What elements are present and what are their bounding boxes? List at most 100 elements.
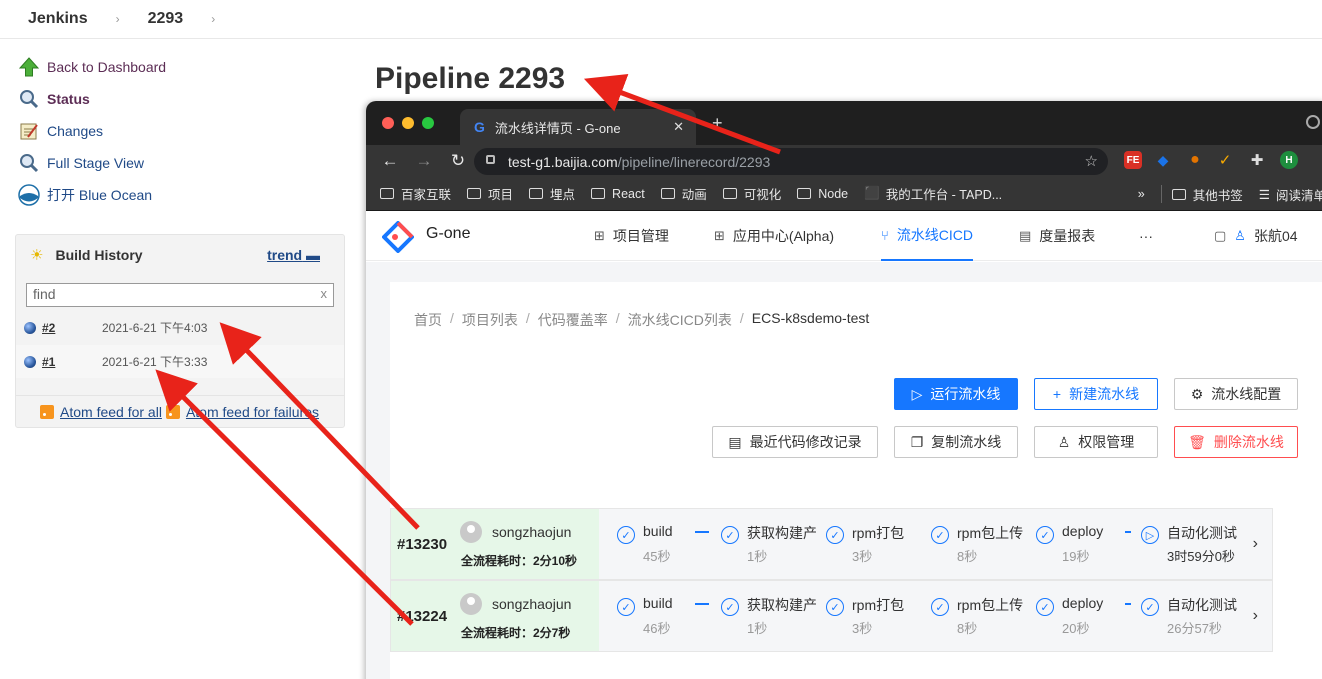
bookmark-label: 阅读清单 xyxy=(1275,188,1322,203)
bookmark-star-icon[interactable]: ☆ xyxy=(1085,152,1098,170)
url-input[interactable]: test-g1.baijia.com/pipeline/linerecord/2… xyxy=(474,148,1108,175)
atom-feeds: Atom feed for all Atom feed for failures xyxy=(16,395,344,428)
chevron-right-icon[interactable]: › xyxy=(1253,535,1258,553)
stage-connector xyxy=(695,531,709,533)
stage-time: 46秒 xyxy=(643,621,671,636)
run-id: #13224 xyxy=(397,608,448,625)
cookie-extension-icon[interactable]: ● xyxy=(1186,151,1204,169)
breadcrumb-chevron-icon[interactable]: › xyxy=(195,12,231,26)
crumb-pipeline-list[interactable]: 流水线CICD列表 xyxy=(628,310,732,330)
bookmark-item[interactable]: 其他书签 xyxy=(1171,185,1243,204)
build-row[interactable]: #1 2021-6-21 下午3:33 xyxy=(16,345,344,378)
sidebar-item-label: Back to Dashboard xyxy=(47,59,167,75)
pipeline-config-button[interactable]: ⚙ 流水线配置 xyxy=(1174,378,1298,410)
bookmark-item[interactable]: React xyxy=(591,187,645,201)
build-number-link[interactable]: #1 xyxy=(42,355,102,369)
new-pipeline-button[interactable]: + 新建流水线 xyxy=(1034,378,1158,410)
check-extension-icon[interactable]: ✓ xyxy=(1216,151,1234,169)
sidebar-changes[interactable]: Changes xyxy=(18,120,103,142)
build-row[interactable]: #2 2021-6-21 下午4:03 xyxy=(16,311,344,344)
stage-name: build xyxy=(643,523,673,539)
breadcrumb-build[interactable]: 2293 xyxy=(136,10,196,28)
minimize-window-icon[interactable] xyxy=(402,117,414,129)
sidebar-blue-ocean[interactable]: 打开 Blue Ocean xyxy=(18,184,152,206)
menu-metrics-report[interactable]: ▤ 度量报表 xyxy=(1019,211,1095,261)
pipeline-run-row[interactable]: #13224 songzhaojun 全流程耗时：2分7秒 ✓ build 46秒 … xyxy=(390,580,1273,652)
trash-icon: 🗑 xyxy=(1188,433,1206,450)
bookmark-item[interactable]: 可视化 xyxy=(722,184,782,203)
crumb-project-list[interactable]: 项目列表 xyxy=(462,310,518,330)
build-search-input[interactable]: find x xyxy=(26,283,334,307)
blue-ball-icon xyxy=(24,321,36,334)
forward-arrow-icon[interactable]: → xyxy=(414,151,434,171)
pipeline-run-row[interactable]: #13230 songzhaojun 全流程耗时：2分10秒 ✓ build 45秒… xyxy=(390,508,1273,580)
sidebar-status[interactable]: Status xyxy=(18,88,90,110)
bookmark-item[interactable]: 动画 xyxy=(660,184,707,203)
stage-name: deploy xyxy=(1062,595,1104,611)
user-menu[interactable]: ▢ ♙ 张航04 xyxy=(1214,211,1298,261)
delete-pipeline-button[interactable]: 🗑 删除流水线 xyxy=(1174,426,1298,458)
recent-changes-button[interactable]: ▤ 最近代码修改记录 xyxy=(712,426,878,458)
url-path: /pipeline/linerecord/2293 xyxy=(617,153,771,170)
stage-auto-test[interactable]: ▷ 自动化测试 3时59分0秒 xyxy=(1141,521,1241,571)
back-arrow-icon[interactable]: ← xyxy=(380,151,400,171)
stage-name: 获取构建产 xyxy=(747,525,817,541)
breadcrumb-chevron-icon[interactable]: › xyxy=(100,12,136,26)
clear-icon[interactable]: x xyxy=(321,286,328,301)
close-tab-icon[interactable]: ✕ xyxy=(673,119,684,135)
bookmark-item[interactable]: ⬛ 我的工作台 - TAPD... xyxy=(864,184,1002,203)
diamond-extension-icon[interactable]: ◆ xyxy=(1154,151,1172,169)
build-date: 2021-6-21 下午3:33 xyxy=(102,355,208,369)
bookmark-item[interactable]: Node xyxy=(797,187,848,201)
stage-connector xyxy=(695,603,709,605)
folder-icon xyxy=(591,188,606,199)
sidebar-full-stage-view[interactable]: Full Stage View xyxy=(18,152,144,174)
stage-auto-test[interactable]: ✓ 自动化测试 26分57秒 xyxy=(1141,593,1241,643)
menu-app-center[interactable]: ⊞ 应用中心(Alpha) xyxy=(714,211,834,261)
crumb-separator: / xyxy=(450,310,454,326)
reload-icon[interactable]: ↻ xyxy=(448,151,468,171)
check-circle-icon: ✓ xyxy=(721,526,739,544)
permission-button[interactable]: ♙ 权限管理 xyxy=(1034,426,1158,458)
menu-more[interactable]: ··· xyxy=(1139,211,1153,261)
copy-pipeline-button[interactable]: ❐ 复制流水线 xyxy=(894,426,1018,458)
close-window-icon[interactable] xyxy=(382,117,394,129)
profile-avatar-icon[interactable]: H xyxy=(1280,151,1298,169)
gear-icon: ⚙ xyxy=(1190,385,1204,402)
magnifier-icon xyxy=(18,152,40,174)
crumb-coverage[interactable]: 代码覆盖率 xyxy=(538,310,608,330)
bookmark-item[interactable]: 埋点 xyxy=(529,184,575,203)
run-pipeline-button[interactable]: ▷ 运行流水线 xyxy=(894,378,1018,410)
bookmark-label: 埋点 xyxy=(550,188,576,202)
menu-pipeline-cicd[interactable]: ⑂ 流水线CICD xyxy=(881,211,974,261)
menu-project-management[interactable]: ⊞ 项目管理 xyxy=(594,211,669,261)
crumb-home[interactable]: 首页 xyxy=(414,310,442,330)
trend-link[interactable]: trend ▬ xyxy=(267,247,320,263)
fe-extension-icon[interactable]: FE xyxy=(1124,151,1142,169)
stage-time: 1秒 xyxy=(747,621,768,636)
tapd-icon: ⬛ xyxy=(864,186,880,200)
stage-name: 自动化测试 xyxy=(1167,525,1237,541)
stage-name: build xyxy=(643,595,673,611)
browser-tab[interactable]: G 流水线详情页 - G-one ✕ xyxy=(460,109,696,145)
bookmark-item[interactable]: 项目 xyxy=(467,184,513,203)
atom-feed-all-link[interactable]: Atom feed for all xyxy=(60,404,162,420)
new-tab-icon[interactable]: + xyxy=(712,113,723,134)
breadcrumb-jenkins[interactable]: Jenkins xyxy=(0,10,100,28)
bookmarks-overflow-icon[interactable]: » xyxy=(1138,187,1145,201)
puzzle-extensions-icon[interactable]: ✚ xyxy=(1248,151,1266,169)
build-number-link[interactable]: #2 xyxy=(42,321,102,335)
maximize-window-icon[interactable] xyxy=(422,117,434,129)
bookmark-label: 可视化 xyxy=(743,188,782,202)
atom-feed-failures-link[interactable]: Atom feed for failures xyxy=(186,404,319,420)
reading-list[interactable]: ☰ 阅读清单 xyxy=(1259,185,1322,204)
sidebar-back-to-dashboard[interactable]: Back to Dashboard xyxy=(18,56,166,78)
build-search-placeholder: find xyxy=(33,286,56,302)
avatar xyxy=(460,521,482,543)
chevron-right-icon[interactable]: › xyxy=(1253,607,1258,625)
button-label: 复制流水线 xyxy=(931,434,1002,450)
panel-icon[interactable]: ▢ xyxy=(1214,228,1226,244)
bookmark-item[interactable]: 百家互联 xyxy=(380,184,451,203)
profile-circle-icon[interactable] xyxy=(1306,115,1320,129)
url-host: test-g1.baijia.com xyxy=(508,153,618,170)
